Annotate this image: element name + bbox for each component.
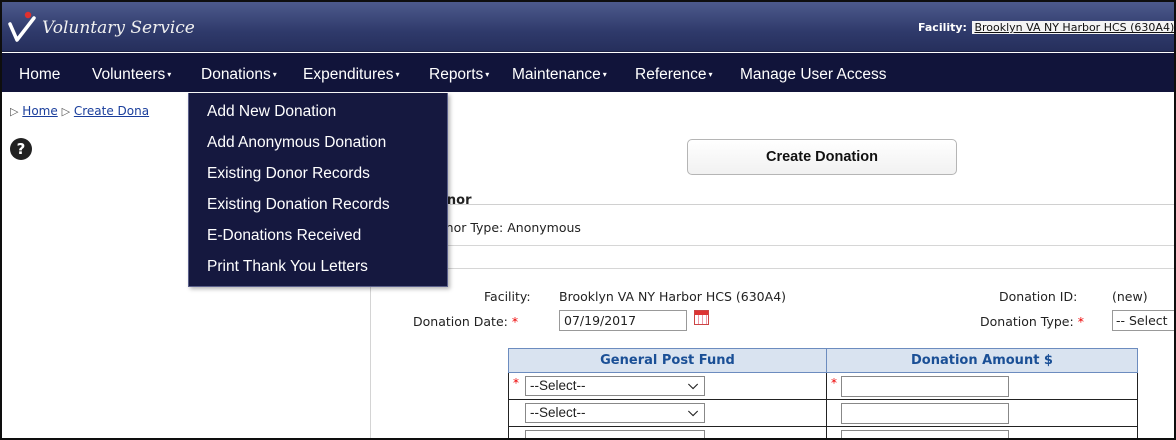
table-row: * --Select-- ⌵ *	[508, 372, 1138, 400]
breadcrumb-arrow-icon: ▷	[10, 105, 19, 118]
donation-date-label: Donation Date: *	[413, 314, 519, 329]
fund-select[interactable]: --Select-- ⌵	[525, 403, 705, 423]
amount-input[interactable]	[841, 376, 1009, 397]
required-mark: *	[513, 376, 519, 390]
donation-type-select[interactable]: -- Select	[1112, 310, 1174, 331]
v-logo-icon	[8, 11, 36, 42]
nav-volunteers[interactable]: Volunteers ▾	[92, 66, 171, 84]
menu-item-existing-donor-records[interactable]: Existing Donor Records	[207, 165, 370, 183]
fund-select[interactable]: --Select-- ⌵	[525, 376, 705, 396]
panel-divider	[370, 287, 371, 438]
menu-item-existing-donation-records[interactable]: Existing Donation Records	[207, 196, 390, 214]
breadcrumb-home-link[interactable]: Home	[22, 104, 57, 118]
donor-section-rule	[450, 204, 1174, 205]
calendar-icon[interactable]	[694, 310, 709, 325]
nav-reports[interactable]: Reports ▾	[429, 66, 489, 84]
section-divider	[438, 268, 1174, 269]
app-window: Voluntary Service Facility: Brooklyn VA …	[0, 0, 1176, 440]
caret-icon: ▾	[602, 70, 607, 79]
breadcrumb: ▷ Home ▷ Create Dona	[10, 104, 149, 118]
menu-item-add-new-donation[interactable]: Add New Donation	[207, 103, 336, 121]
menu-item-add-anonymous-donation[interactable]: Add Anonymous Donation	[207, 134, 386, 152]
menu-item-print-thank-you-letters[interactable]: Print Thank You Letters	[207, 258, 368, 276]
table-row: --Select-- ⌵	[508, 399, 1138, 427]
facility-field-value: Brooklyn VA NY Harbor HCS (630A4)	[559, 289, 787, 304]
breadcrumb-arrow-icon: ▷	[61, 105, 71, 118]
donation-id-value: (new)	[1112, 289, 1148, 304]
main-nav: Home Volunteers ▾ Donations ▾ Expenditures…	[2, 53, 1174, 92]
caret-icon: ▾	[485, 70, 490, 79]
chevron-down-icon: ⌵	[688, 404, 698, 419]
donation-date-input[interactable]: 07/19/2017	[559, 310, 687, 331]
donations-dropdown-menu: Add New Donation Add Anonymous Donation …	[188, 93, 448, 287]
fund-column-header: General Post Fund	[508, 348, 827, 373]
required-mark: *	[831, 376, 837, 390]
facility-selector: Facility: Brooklyn VA NY Harbor HCS (630…	[918, 21, 1174, 34]
facility-link[interactable]: Brooklyn VA NY Harbor HCS (630A4)	[972, 21, 1174, 34]
nav-donations[interactable]: Donations ▾	[201, 66, 277, 84]
nav-home[interactable]: Home	[19, 66, 60, 84]
nav-expenditures[interactable]: Expenditures ▾	[303, 66, 400, 84]
nav-maintenance[interactable]: Maintenance ▾	[512, 66, 607, 84]
chevron-down-icon: ⌵	[688, 377, 698, 392]
nav-manage-user-access[interactable]: Manage User Access	[740, 66, 886, 84]
donation-id-label: Donation ID:	[999, 289, 1078, 304]
caret-icon: ▾	[708, 70, 713, 79]
caret-icon: ▾	[167, 70, 172, 79]
amount-input[interactable]	[841, 430, 1009, 438]
nav-reference[interactable]: Reference ▾	[635, 66, 713, 84]
facility-label: Facility:	[918, 21, 967, 34]
help-icon[interactable]: ?	[10, 138, 32, 160]
title-bar: Voluntary Service Facility: Brooklyn VA …	[2, 2, 1174, 52]
caret-icon: ▾	[272, 70, 277, 79]
donor-type-text: onor Type: Anonymous	[438, 220, 581, 235]
create-donation-button[interactable]: Create Donation	[687, 139, 957, 175]
fund-select[interactable]	[525, 430, 705, 438]
facility-field-label: Facility:	[484, 289, 531, 304]
caret-icon: ▾	[395, 70, 400, 79]
amount-input[interactable]	[841, 403, 1009, 424]
fund-table: General Post Fund Donation Amount $ * --…	[508, 348, 1138, 438]
amount-column-header: Donation Amount $	[826, 348, 1138, 373]
section-divider	[438, 245, 1174, 246]
donation-type-label: Donation Type: *	[980, 314, 1084, 329]
menu-item-e-donations-received[interactable]: E-Donations Received	[207, 227, 361, 245]
breadcrumb-current-link[interactable]: Create Dona	[74, 104, 149, 118]
app-title: Voluntary Service	[42, 18, 195, 38]
table-row	[508, 426, 1138, 438]
